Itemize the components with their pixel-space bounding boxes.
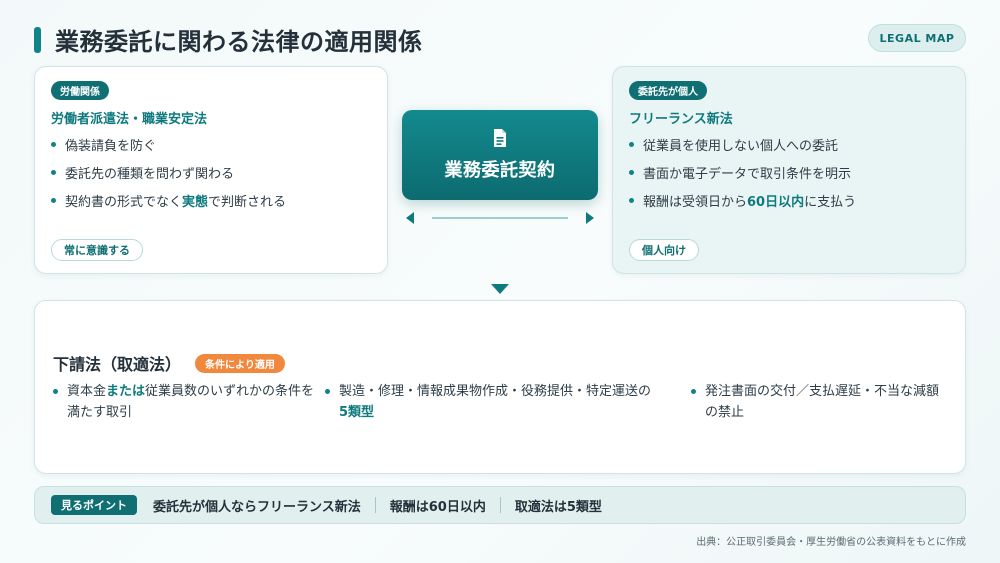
conditional-chip: 条件により適用 (195, 353, 285, 373)
key-point: 委託先が個人ならフリーランス新法 (153, 499, 361, 515)
divider (374, 497, 376, 513)
bullet-dot (325, 389, 330, 394)
labor-card-heading: 労働者派遣法・職業安定法 (51, 112, 208, 127)
list-item: 書面か電子データで取引条件を明示 (629, 163, 856, 182)
freelance-card-heading: フリーランス新法 (629, 112, 733, 127)
bullet-dot (629, 170, 634, 175)
labor-pill: 常に意識する (51, 239, 143, 261)
subcontract-types-item: 製造・修理・情報成果物作成・役務提供・特定運送の 5類型 (325, 381, 665, 423)
bidirectional-arrow (406, 212, 594, 224)
divider (499, 497, 501, 513)
bullet-dot (691, 389, 696, 394)
list-item: 報酬は受領日から 60日以内 に支払う (629, 191, 856, 210)
subcontract-heading: 下請法（取適法） (53, 355, 182, 374)
page-title: 業務委託に関わる法律の適用関係 (55, 28, 423, 56)
business-contract-label: 業務委託契約 (444, 160, 556, 181)
arrow-left-icon (406, 212, 414, 224)
arrow-right-icon (586, 212, 594, 224)
key-points-label: 見るポイント (51, 495, 137, 515)
list-item: 偽装請負を防ぐ (51, 135, 286, 154)
key-point: 取適法は5類型 (514, 499, 602, 515)
subcontract-law-card: 下請法（取適法） 条件により適用 資本金または従業員数のいずれかの条件を満たす取… (34, 300, 966, 474)
subcontract-prohibition-item: 発注書面の交付／支払遅延・不当な減額の禁止 (691, 381, 951, 423)
subcontract-header: 下請法（取適法） 条件により適用 (53, 351, 285, 375)
bullet-dot (51, 170, 56, 175)
key-points-strip: 見るポイント 委託先が個人ならフリーランス新法 報酬は60日以内 取適法は5類型 (34, 486, 966, 524)
legal-map-tag: LEGAL MAP (868, 24, 966, 52)
business-contract-box: 業務委託契約 (402, 110, 598, 200)
source-note: 出典：公正取引委員会・厚生労働省の公表資料をもとに作成 (696, 537, 966, 548)
labor-law-card: 労働関係 労働者派遣法・職業安定法 偽装請負を防ぐ 委託先の種類を問わず関わる … (34, 66, 388, 274)
list-item: 契約書の形式でなく 実態 で判断される (51, 191, 286, 210)
freelance-bullet-list: 従業員を使用しない個人への委託 書面か電子データで取引条件を明示 報酬は受領日か… (629, 135, 856, 219)
down-arrow-icon (491, 284, 509, 294)
freelance-chip: 委託先が個人 (629, 81, 707, 100)
freelance-law-card: 委託先が個人 フリーランス新法 従業員を使用しない個人への委託 書面か電子データ… (612, 66, 966, 274)
document-icon (494, 129, 506, 147)
key-point: 報酬は60日以内 (389, 499, 486, 515)
list-item: 委託先の種類を問わず関わる (51, 163, 286, 182)
bullet-dot (629, 142, 634, 147)
title-accent-bar (34, 26, 41, 53)
subcontract-condition-item: 資本金または従業員数のいずれかの条件を満たす取引 (53, 381, 315, 423)
bullet-dot (53, 389, 58, 394)
bullet-dot (51, 198, 56, 203)
title-area: 業務委託に関わる法律の適用関係 (34, 22, 423, 57)
labor-bullet-list: 偽装請負を防ぐ 委託先の種類を問わず関わる 契約書の形式でなく 実態 で判断される (51, 135, 286, 219)
bullet-dot (51, 142, 56, 147)
freelance-pill: 個人向け (629, 239, 699, 261)
list-item: 従業員を使用しない個人への委託 (629, 135, 856, 154)
labor-chip: 労働関係 (51, 81, 109, 100)
bullet-dot (629, 198, 634, 203)
